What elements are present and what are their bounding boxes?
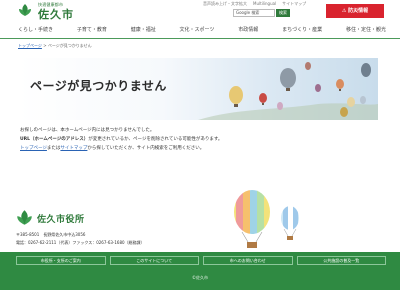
- site-logo-text[interactable]: 佐久市: [38, 6, 74, 22]
- page-title: ページが見つかりません: [30, 79, 167, 93]
- footer-link-about-site[interactable]: このサイトについて: [109, 256, 199, 265]
- nav-item-health[interactable]: 健康・福祉: [131, 25, 156, 36]
- nav-item-living[interactable]: くらし・手続き: [18, 25, 53, 36]
- search-hint-text: から探していただくか、サイト内検索をご利用ください。: [87, 146, 205, 151]
- breadcrumb: トップページ > ページが見つかりません: [18, 43, 92, 49]
- breadcrumb-home-link[interactable]: トップページ: [18, 43, 42, 48]
- search-button[interactable]: 検索: [276, 9, 290, 17]
- url-changed-text: が変更されているか、ページを削除されている可能性があります。: [88, 137, 223, 142]
- nav-item-childcare[interactable]: 子育て・教育: [77, 25, 107, 36]
- search-input[interactable]: Google 検索: [233, 9, 275, 17]
- top-page-link[interactable]: トップページ: [20, 146, 47, 151]
- error-hero-banner: ページが見つかりません: [18, 58, 378, 120]
- saku-logo-icon: [17, 210, 32, 225]
- footer-link-facilities[interactable]: 公共施設の普及一覧: [296, 256, 386, 265]
- copyright: ©佐久市: [192, 275, 208, 280]
- breadcrumb-current: ページが見つかりません: [47, 43, 92, 48]
- sitemap-link[interactable]: サイトマップ: [60, 146, 87, 151]
- site-header: 快適健康都市 佐久市 音声読み上げ・文字拡大 Multilingual サイトマ…: [0, 0, 400, 22]
- util-link-multilingual[interactable]: Multilingual: [253, 1, 276, 7]
- utility-links: 音声読み上げ・文字拡大 Multilingual サイトマップ: [203, 1, 306, 7]
- util-link-accessibility[interactable]: 音声読み上げ・文字拡大: [203, 1, 247, 7]
- nav-item-government[interactable]: 市政情報: [238, 25, 258, 36]
- footer-link-offices[interactable]: 市役所・支所のご案内: [16, 256, 106, 265]
- footer-phone: 電話：0267-62-2111（代表）ファックス：0267-63-1680（総務…: [16, 240, 145, 245]
- hot-air-balloon-icon: [280, 68, 296, 91]
- breadcrumb-separator: >: [43, 43, 47, 48]
- hot-air-balloon-icon: [234, 190, 299, 248]
- global-nav: くらし・手続き 子育て・教育 健康・福祉 文化・スポーツ 市政情報 まちづくり・…: [18, 25, 386, 36]
- or-text: または: [46, 146, 61, 151]
- disaster-info-label: 防災情報: [348, 8, 369, 14]
- error-message-text: お探しのページは、本ホームページ内には見つかりませんでした。: [20, 128, 155, 133]
- error-message-line-3: トップページまたはサイトマップから探していただくか、サイト内検索をご利用ください…: [20, 145, 204, 151]
- footer-links: 市役所・支所のご案内 このサイトについて 市へのお問い合わせ 公共施設の普及一覧: [16, 256, 386, 265]
- saku-logo-icon[interactable]: [18, 3, 32, 17]
- disaster-info-button[interactable]: ⚠ 防災情報: [326, 4, 384, 18]
- nav-divider: [0, 38, 400, 39]
- nav-item-tourism[interactable]: 移住・定住・観光: [346, 25, 386, 36]
- error-message-line-1: お探しのページは、本ホームページ内には見つかりませんでした。: [20, 127, 154, 133]
- footer-city-hall-name: 佐久市役所: [37, 215, 85, 225]
- nav-item-town[interactable]: まちづくり・産業: [282, 25, 322, 36]
- url-label: URL（ホームページのアドレス）: [20, 137, 89, 142]
- footer-address: 〒385-8501 長野県佐久市中込3056: [16, 232, 86, 237]
- error-message-line-2: URL（ホームページのアドレス）が変更されているか、ページを削除されている可能性…: [20, 136, 222, 142]
- nav-item-culture[interactable]: 文化・スポーツ: [180, 25, 215, 36]
- util-link-sitemap[interactable]: サイトマップ: [282, 1, 306, 7]
- footer-link-contact[interactable]: 市へのお問い合わせ: [203, 256, 293, 265]
